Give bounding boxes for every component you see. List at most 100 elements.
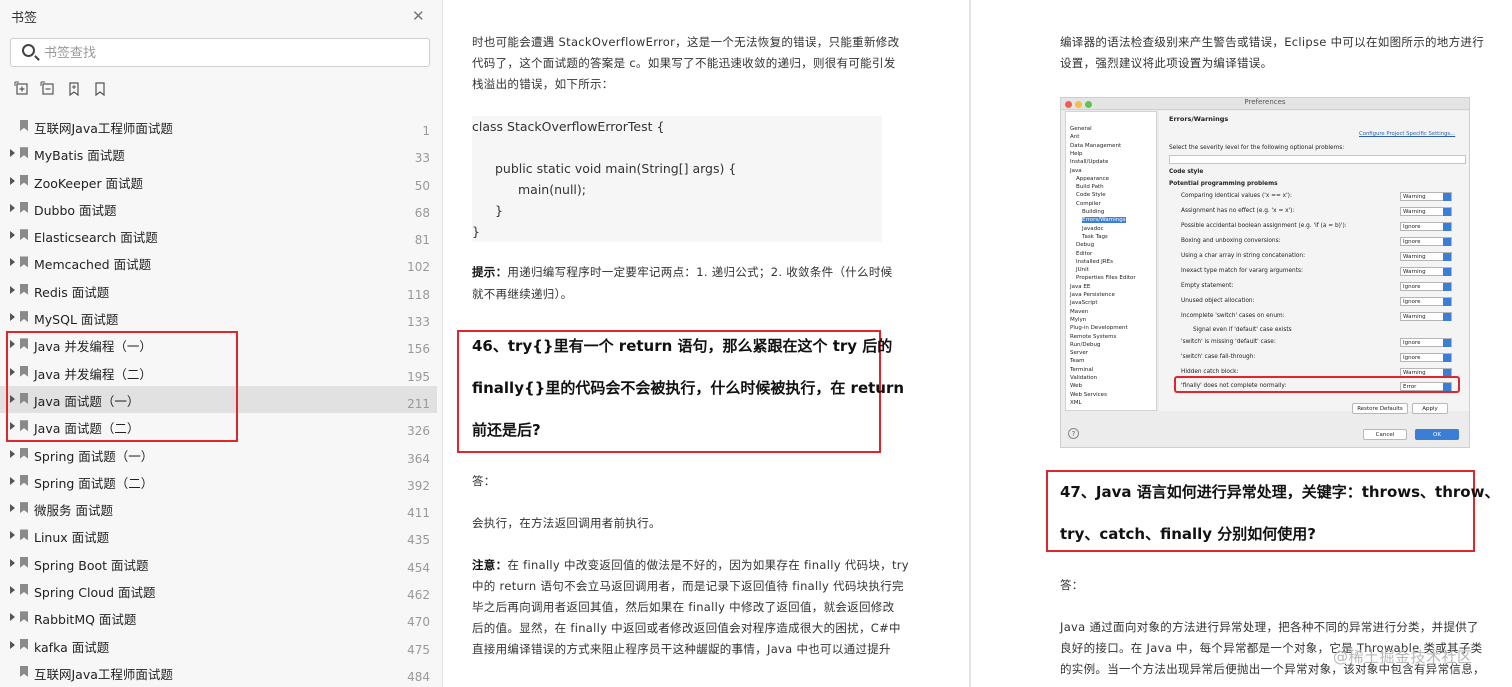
code-line: public static void main(String[] args) { [495, 161, 737, 176]
problem-label: Empty statement: [1181, 283, 1234, 289]
page-separator [969, 0, 971, 687]
bookmark-page-number: 195 [407, 369, 430, 384]
panel-title: 书签 [11, 11, 38, 26]
bookmark-item[interactable]: Spring Boot 面试题 454 [0, 550, 437, 577]
severity-text: Select the severity level for the follow… [1169, 145, 1345, 151]
bookmark-page-number: 392 [407, 478, 430, 493]
problem-label: Boxing and unboxing conversions: [1181, 238, 1281, 244]
severity-dropdown: Ignore [1400, 353, 1452, 362]
expand-arrow-icon[interactable] [10, 613, 15, 622]
bookmark-page-number: 118 [407, 287, 430, 302]
question-47-heading: try、catch、finally 分别如何使用? [1060, 525, 1317, 543]
add-bookmark-icon[interactable] [66, 81, 82, 97]
bookmark-page-number: 454 [407, 560, 430, 575]
bookmark-page-number: 411 [407, 506, 430, 521]
paragraph-line: 时也可能会遭遇 StackOverflowError，这是一个无法恢复的错误，只… [472, 35, 900, 49]
bookmark-search-input[interactable] [44, 43, 414, 63]
tree-node: Editor [1076, 250, 1093, 257]
severity-dropdown: Warning [1400, 267, 1452, 276]
code-line: class StackOverflowErrorTest { [472, 119, 665, 134]
tree-node: Install/Update [1070, 159, 1109, 166]
tree-node: Appearance [1076, 175, 1110, 182]
bookmark-item[interactable]: Redis 面试题 118 [0, 277, 437, 304]
bookmark-item[interactable]: MyBatis 面试题 33 [0, 140, 437, 167]
problem-label: Using a char array in string concatenati… [1181, 253, 1306, 259]
bookmark-icon [20, 584, 28, 596]
expand-arrow-icon[interactable] [10, 258, 15, 267]
bookmark-item[interactable]: Linux 面试题 435 [0, 522, 437, 549]
problem-label: Unused object allocation: [1181, 298, 1255, 304]
bookmark-page-number: 484 [407, 669, 430, 684]
expand-arrow-icon[interactable] [10, 640, 15, 649]
note-line: 直接用编译错误的方式来阻止程序员干这种龌龊的事情，Java 中也可以通过提升 [472, 642, 891, 656]
expand-arrow-icon[interactable] [10, 149, 15, 158]
bookmark-page-number: 364 [407, 451, 430, 466]
collapse-all-icon[interactable] [40, 81, 56, 97]
tree-node: Web Services [1070, 391, 1107, 398]
expand-arrow-icon[interactable] [10, 449, 15, 458]
tree-node: Compiler [1076, 200, 1101, 207]
help-icon: ? [1068, 428, 1079, 439]
bookmark-label: Memcached 面试题 [34, 257, 152, 273]
bookmark-page-number: 33 [414, 151, 430, 166]
bookmark-search[interactable] [10, 38, 430, 67]
tree-node: Properties Files Editor [1076, 275, 1136, 282]
search-icon [22, 44, 35, 57]
tip-line: 提示：用递归编写程序时一定要牢记两点：1. 递归公式；2. 收敛条件（什么时候 [472, 262, 892, 283]
bookmark-item[interactable]: RabbitMQ 面试题 470 [0, 604, 437, 631]
bookmark-icon [20, 665, 28, 677]
signal-checkbox-label: Signal even if 'default' case exists [1193, 327, 1292, 333]
bookmark-item[interactable]: Spring Cloud 面试题 462 [0, 577, 437, 604]
bookmark-item[interactable]: Memcached 面试题 102 [0, 249, 437, 276]
expand-arrow-icon[interactable] [10, 531, 15, 540]
bookmark-label: Dubbo 面试题 [34, 202, 117, 218]
tree-node: Remote Systems [1070, 333, 1117, 340]
tree-node: Java Persistence [1070, 292, 1115, 298]
bookmark-page-number: 435 [407, 533, 430, 548]
bookmark-item[interactable]: 互联网Java工程师面试题 484 [0, 659, 437, 686]
expand-arrow-icon[interactable] [10, 313, 15, 322]
section-heading: Errors/Warnings [1169, 115, 1229, 123]
severity-dropdown: Ignore [1400, 237, 1452, 246]
code-line: main(null); [518, 182, 586, 197]
bookmark-item[interactable]: Spring 面试题（一） 364 [0, 441, 437, 468]
bookmark-item[interactable]: 互联网Java工程师面试题 1 [0, 113, 437, 140]
expand-arrow-icon[interactable] [10, 203, 15, 212]
bookmark-icon [20, 256, 28, 268]
bookmark-item[interactable]: Spring 面试题（二） 392 [0, 468, 437, 495]
tree-node: Ant [1070, 134, 1080, 141]
tree-node: JUnit [1076, 267, 1089, 274]
tip-text: 用递归编写程序时一定要牢记两点：1. 递归公式；2. 收敛条件（什么时候 [507, 265, 893, 279]
bookmark-item[interactable]: Dubbo 面试题 68 [0, 195, 437, 222]
zoom-dot-icon [1085, 101, 1092, 108]
problem-label: Hidden catch block: [1181, 369, 1239, 375]
expand-all-icon[interactable] [14, 81, 30, 97]
bookmark-item[interactable]: 微服务 面试题 411 [0, 495, 437, 522]
close-icon[interactable]: ✕ [412, 7, 425, 25]
expand-arrow-icon[interactable] [10, 285, 15, 294]
bookmark-icon [20, 311, 28, 323]
bookmark-page-number: 133 [407, 315, 430, 330]
bookmark-item[interactable]: kafka 面试题 475 [0, 632, 437, 659]
tree-node: Run/Debug [1070, 341, 1101, 348]
bookmark-label: RabbitMQ 面试题 [34, 612, 137, 628]
bookmark-item[interactable]: ZooKeeper 面试题 50 [0, 168, 437, 195]
problem-label: Comparing identical values ('x == x'): [1181, 193, 1292, 199]
bookmark-page-number: 475 [407, 642, 430, 657]
bookmark-item[interactable]: MySQL 面试题 133 [0, 304, 437, 331]
expand-arrow-icon[interactable] [10, 476, 15, 485]
bookmark-icon [20, 120, 28, 131]
preferences-screenshot: Preferences General Ant Data Management Hel… [1060, 97, 1470, 448]
bookmark-item[interactable]: Elasticsearch 面试题 81 [0, 222, 437, 249]
expand-arrow-icon[interactable] [10, 558, 15, 567]
expand-arrow-icon[interactable] [10, 586, 15, 595]
expand-arrow-icon[interactable] [10, 231, 15, 240]
expand-arrow-icon[interactable] [10, 176, 15, 185]
bookmark-icon[interactable] [92, 81, 108, 97]
bookmark-label: Spring Boot 面试题 [34, 557, 149, 573]
severity-dropdown: Warning [1400, 192, 1452, 201]
tree-node: JavaScript [1070, 300, 1098, 307]
bookmark-icon [20, 174, 28, 186]
window-titlebar: Preferences [1061, 98, 1469, 110]
expand-arrow-icon[interactable] [10, 504, 15, 513]
